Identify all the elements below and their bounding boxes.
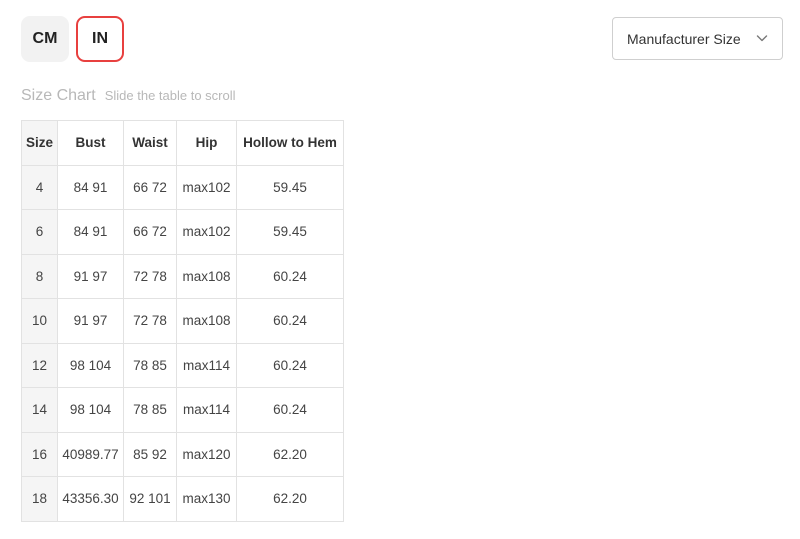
cell-waist: 72 78 xyxy=(123,253,177,299)
size-type-selected-label: Manufacturer Size xyxy=(627,30,741,47)
cell-size: 14 xyxy=(21,387,58,433)
table-row: 8 91 97 72 78 max108 60.24 xyxy=(21,253,344,299)
cell-hip: max130 xyxy=(176,476,237,522)
cell-bust: 84 91 xyxy=(57,209,124,255)
cell-size: 10 xyxy=(21,298,58,344)
size-chart-title: Size Chart xyxy=(21,87,96,104)
table-row: 14 98 104 78 85 max114 60.24 xyxy=(21,387,344,433)
cell-hip: max102 xyxy=(176,164,237,210)
cell-size: 4 xyxy=(21,164,58,210)
size-table: Size Bust Waist Hip Hollow to Hem 4 84 91… xyxy=(21,120,344,522)
cell-bust: 98 104 xyxy=(57,387,124,433)
column-header-bust: Bust xyxy=(57,120,124,166)
cell-waist: 78 85 xyxy=(123,387,177,433)
size-chart-page: CM IN Manufacturer Size Size Chart Slide… xyxy=(0,0,800,539)
table-row: 4 84 91 66 72 max102 59.45 xyxy=(21,164,344,210)
cell-hip: max102 xyxy=(176,209,237,255)
cell-size: 12 xyxy=(21,342,58,388)
column-header-size: Size xyxy=(21,120,58,166)
cell-bust: 40989.77 xyxy=(57,431,124,477)
cell-waist: 72 78 xyxy=(123,298,177,344)
cell-bust: 91 97 xyxy=(57,253,124,299)
table-row: 10 91 97 72 78 max108 60.24 xyxy=(21,298,344,344)
cell-hip: max114 xyxy=(176,342,237,388)
table-header-row: Size Bust Waist Hip Hollow to Hem xyxy=(21,120,344,166)
column-header-hip: Hip xyxy=(176,120,237,166)
cell-bust: 84 91 xyxy=(57,164,124,210)
cell-hollow-to-hem: 62.20 xyxy=(236,476,344,522)
size-chart-heading: Size Chart Slide the table to scroll xyxy=(21,87,236,105)
cell-waist: 92 101 xyxy=(123,476,177,522)
unit-cm-button[interactable]: CM xyxy=(21,16,69,62)
cell-bust: 98 104 xyxy=(57,342,124,388)
table-row: 18 43356.30 92 101 max130 62.20 xyxy=(21,476,344,522)
chevron-down-icon xyxy=(756,35,768,42)
cell-bust: 43356.30 xyxy=(57,476,124,522)
size-type-select[interactable]: Manufacturer Size xyxy=(612,17,783,60)
table-body: 4 84 91 66 72 max102 59.45 6 84 91 66 72 max102 5… xyxy=(21,164,344,522)
cell-hollow-to-hem: 62.20 xyxy=(236,431,344,477)
table-row: 12 98 104 78 85 max114 60.24 xyxy=(21,342,344,388)
unit-toggle: CM IN xyxy=(21,16,124,62)
cell-size: 8 xyxy=(21,253,58,299)
cell-hollow-to-hem: 60.24 xyxy=(236,387,344,433)
cell-bust: 91 97 xyxy=(57,298,124,344)
cell-hip: max108 xyxy=(176,298,237,344)
cell-hollow-to-hem: 60.24 xyxy=(236,342,344,388)
cell-hip: max108 xyxy=(176,253,237,299)
cell-hollow-to-hem: 60.24 xyxy=(236,298,344,344)
cell-hip: max120 xyxy=(176,431,237,477)
unit-in-button[interactable]: IN xyxy=(76,16,124,62)
column-header-waist: Waist xyxy=(123,120,177,166)
size-table-scroll-area[interactable]: Size Bust Waist Hip Hollow to Hem 4 84 91… xyxy=(21,120,344,522)
cell-size: 16 xyxy=(21,431,58,477)
column-header-hollow-to-hem: Hollow to Hem xyxy=(236,120,344,166)
cell-hollow-to-hem: 59.45 xyxy=(236,164,344,210)
scroll-hint: Slide the table to scroll xyxy=(104,88,236,103)
cell-hip: max114 xyxy=(176,387,237,433)
cell-size: 18 xyxy=(21,476,58,522)
cell-waist: 66 72 xyxy=(123,209,177,255)
cell-size: 6 xyxy=(21,209,58,255)
cell-waist: 66 72 xyxy=(123,164,177,210)
cell-hollow-to-hem: 60.24 xyxy=(236,253,344,299)
cell-waist: 78 85 xyxy=(123,342,177,388)
table-row: 16 40989.77 85 92 max120 62.20 xyxy=(21,431,344,477)
table-row: 6 84 91 66 72 max102 59.45 xyxy=(21,209,344,255)
cell-waist: 85 92 xyxy=(123,431,177,477)
cell-hollow-to-hem: 59.45 xyxy=(236,209,344,255)
